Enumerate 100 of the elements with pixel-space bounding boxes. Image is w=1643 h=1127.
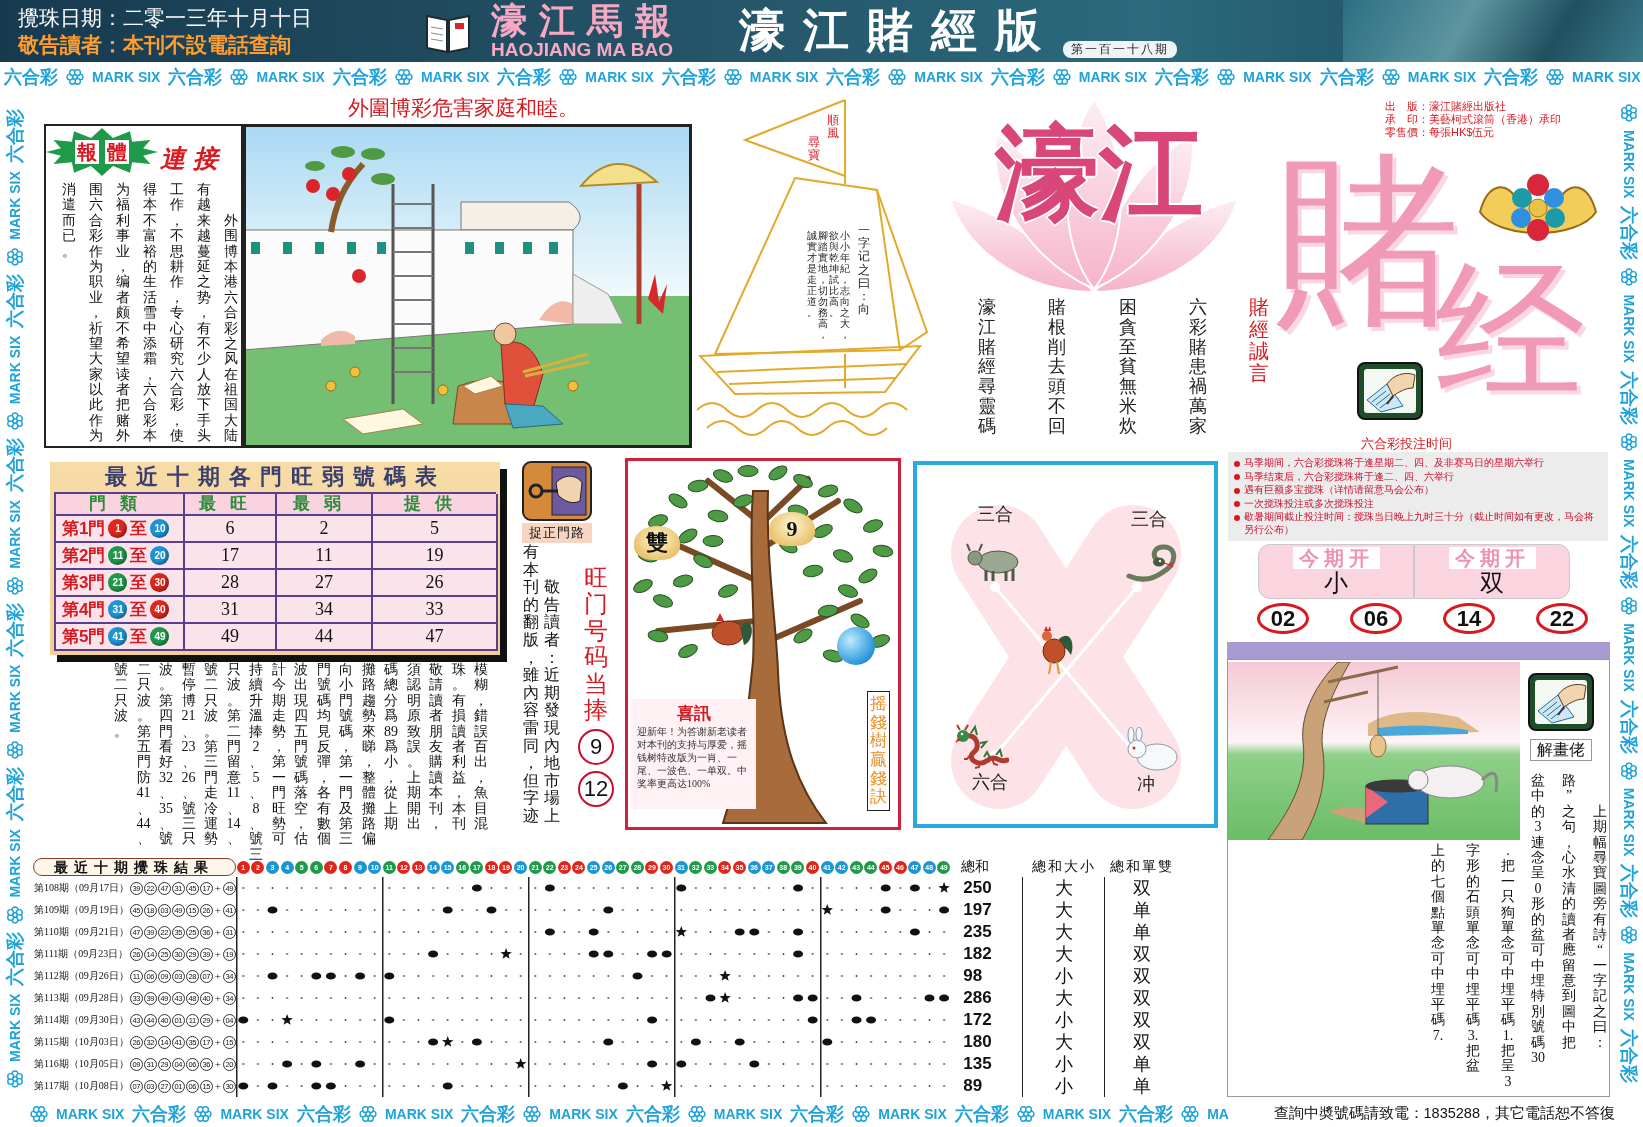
border-slogan: MARK SIX (1572, 69, 1641, 85)
border-slogan: 六合彩 (461, 1103, 516, 1124)
text-column: 二只波。第五門防41、44、 (136, 662, 151, 847)
schedule-text: 歇暑期间截止投注时间：搅珠当日晚上九时三十分（截止时间如有更改，马会将另行公布） (1244, 511, 1595, 536)
ball-dot (384, 972, 395, 980)
flower-icon (6, 576, 24, 595)
border-slogan: 六合彩 (954, 1103, 1009, 1124)
border-slogan: 六合彩 (4, 67, 58, 87)
parity-value: 单 (1132, 899, 1153, 922)
circled-number: 14 (1443, 603, 1495, 634)
size-value: 大 (1022, 877, 1106, 899)
period-label: 第112期（09月26日） (34, 969, 130, 983)
border-slogan: 六合彩 (790, 1103, 845, 1124)
ball-dot (311, 1060, 322, 1068)
star-icon (821, 904, 833, 915)
ball-dot (544, 884, 555, 892)
ball-number: 41 (108, 627, 128, 646)
flower-icon (1381, 68, 1400, 86)
border-slogan: MARK SIX (1621, 623, 1637, 692)
schedule-text: 一次搅珠投注或多次搅珠投注 (1244, 497, 1374, 510)
text-column: 有本刊的翻版，雖內容雷同，但字迹 (523, 543, 539, 825)
text-column: 有越来越蔓延之势，有不少人放下手头 (197, 182, 211, 444)
period-label: 第110期（09月21日） (34, 925, 130, 939)
flower-icon (6, 412, 24, 431)
table-cell: 17 (185, 543, 277, 570)
results-title: 最近十期攪珠結果 (33, 858, 236, 876)
flower-icon (1620, 926, 1638, 945)
border-slogan: MARK SIX (7, 171, 23, 240)
table-cell: 27 (277, 570, 373, 597)
size-value: 小 (1022, 1009, 1106, 1031)
plus-sign: + (213, 904, 222, 916)
parity-value: 双 (1132, 1031, 1153, 1054)
border-slogan: 六合彩 (1619, 535, 1639, 590)
flower-icon (723, 68, 742, 86)
publisher-info: 零售價：每張HK$伍元 (1385, 126, 1496, 139)
period-label: 第117期（10月08日） (34, 1079, 130, 1093)
border-slogan: 六合彩 (1119, 1103, 1174, 1124)
text-column: 外围博本港六合彩之风在祖国大陆 (224, 212, 238, 444)
flower-icon (6, 1070, 24, 1088)
border-slogan: MARK SIX (1621, 130, 1637, 199)
border-slogan: MARK SIX (1407, 69, 1477, 85)
sum-value: 135 (962, 1054, 993, 1074)
star-icon (281, 1014, 293, 1025)
ball-dot (471, 884, 482, 892)
ball-dot (354, 1060, 365, 1068)
border-slogan: MARK SIX (384, 1105, 454, 1122)
border-slogan: MARK SIX (7, 335, 23, 405)
paper-name: 濠江馬報 (491, 2, 684, 40)
sum-value: 180 (962, 1032, 993, 1052)
ball-dot (442, 1082, 453, 1090)
size-value: 大 (1022, 987, 1106, 1009)
schedule-text: 马季期间，六合彩搅珠将于逢星期二、四、及非赛马日的星期六举行 (1244, 457, 1544, 470)
motto-title: 賭經誠言 (1249, 296, 1269, 384)
ball-number: 30 (150, 573, 170, 592)
star-icon (938, 882, 950, 893)
border-slogan: 六合彩 (332, 67, 387, 87)
column-header: 總和大小 (1030, 858, 1097, 876)
dragon-icon (954, 724, 1009, 769)
border-slogan: MARK SIX (713, 1105, 783, 1122)
flower-icon (1620, 432, 1638, 451)
border-slogan: 六合彩 (5, 438, 25, 493)
border-slogan: MARK SIX (1621, 458, 1637, 528)
text-column: 围六合彩作为职业，祈望大家以此作为 (89, 182, 103, 444)
flower-icon (1181, 1104, 1200, 1123)
ball-dot (632, 972, 643, 980)
column-header: 總和單雙 (1109, 858, 1175, 876)
ball-dot (938, 906, 949, 914)
border-slogan: 六合彩 (168, 67, 223, 87)
ball-dot (471, 1038, 482, 1046)
ingot-icon (1478, 172, 1598, 243)
table-title: 最近十期各門旺弱號碼表 (103, 463, 447, 491)
table-cell: 44 (277, 624, 373, 651)
range-word: 至 (130, 518, 148, 540)
notice-text: 敬告讀者：本刊不設電話查詢 (18, 32, 292, 57)
ball-number: 1 (108, 519, 128, 538)
border-slogan: 六合彩 (296, 1103, 351, 1124)
sum-value: 197 (962, 900, 993, 920)
size-value: 大 (1022, 899, 1106, 921)
ball-dot (646, 950, 657, 958)
hand-writing-icon (1357, 362, 1423, 420)
column-header: 門類 (56, 494, 185, 516)
border-slogan: MARK SIX (7, 829, 23, 898)
border-slogan: MARK SIX (1621, 952, 1637, 1021)
border-slogan: MARK SIX (878, 1105, 947, 1122)
flower-icon (394, 68, 413, 86)
ball-dot (851, 1016, 862, 1024)
ball-dot (354, 972, 365, 980)
star-icon (441, 1036, 454, 1047)
border-slogan: MARK SIX (749, 69, 819, 85)
parity-value: 双 (1132, 1009, 1153, 1032)
ball-dot (792, 928, 803, 936)
border-slogan: MARK SIX (914, 69, 983, 85)
border-slogan: 六合彩 (5, 109, 25, 164)
ball-dot (865, 1016, 876, 1024)
border-slogan: MARK SIX (7, 664, 23, 734)
publisher-info: 承 印：美藝柯式滾筒（香港）承印 (1385, 113, 1561, 126)
plus-sign: + (213, 970, 222, 982)
ball-dot (325, 1082, 336, 1090)
text-column: 上的七個點單念可中埋平碼7. (1431, 843, 1445, 1044)
flower-icon (358, 1104, 377, 1123)
